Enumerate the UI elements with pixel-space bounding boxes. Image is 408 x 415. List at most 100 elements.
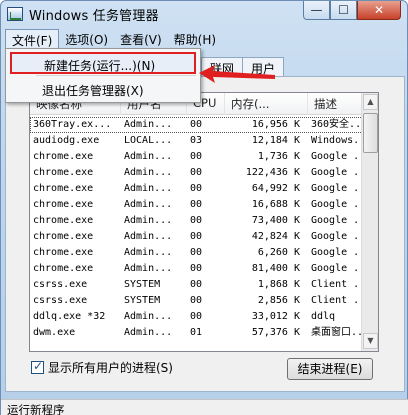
show-all-users-option[interactable]: 显示所有用户的进程(S) — [31, 359, 173, 376]
cell-description: Client ... — [311, 295, 363, 306]
menu-bar: 文件(F) 选项(O) 查看(V) 帮助(H) — [5, 29, 222, 49]
menu-options[interactable]: 选项(O) — [59, 29, 114, 49]
maximize-button[interactable]: ☐ — [330, 1, 357, 20]
close-button[interactable]: ✕ — [357, 1, 401, 20]
new-task-menu-item[interactable]: 新建任务(运行...)(N) — [10, 52, 196, 74]
table-row[interactable]: chrome.exe Admin... 00 122,436 K Google ... — [30, 165, 363, 181]
cell-cpu: 00 — [190, 231, 203, 242]
cell-user-name: Admin... — [124, 167, 173, 178]
cell-image-name: ddlq.exe *32 — [33, 311, 106, 322]
cell-cpu: 00 — [190, 263, 203, 274]
exit-task-manager-menu-item[interactable]: 退出任务管理器(X) — [10, 79, 196, 101]
scroll-up-icon[interactable]: ▲ — [363, 94, 378, 110]
title-bar[interactable]: Windows 任务管理器 — ☐ ✕ — [1, 1, 408, 27]
cell-image-name: chrome.exe — [33, 199, 94, 210]
cell-description: Google ... — [311, 231, 363, 242]
cell-user-name: Admin... — [124, 199, 173, 210]
process-rows: 360Tray.ex... Admin... 00 16,956 K 360安全... a… — [30, 117, 363, 341]
cell-image-name: chrome.exe — [33, 247, 94, 258]
cell-user-name: Admin... — [124, 183, 173, 194]
status-bar: 运行新程序 — [1, 399, 408, 415]
cell-image-name: chrome.exe — [33, 231, 94, 242]
cell-memory: 16,956 K — [251, 119, 300, 130]
cell-cpu: 00 — [190, 119, 203, 130]
cell-cpu: 00 — [190, 167, 203, 178]
menu-view[interactable]: 查看(V) — [114, 29, 168, 49]
cell-memory: 122,436 K — [245, 167, 300, 178]
cell-memory: 16,688 K — [251, 199, 300, 210]
cell-user-name: Admin... — [124, 151, 173, 162]
table-row[interactable]: chrome.exe Admin... 00 16,688 K Google ... — [30, 197, 363, 213]
cell-memory: 64,992 K — [251, 183, 300, 194]
table-row[interactable]: chrome.exe Admin... 00 64,992 K Google ... — [30, 181, 363, 197]
cell-user-name: Admin... — [124, 231, 173, 242]
vertical-scrollbar[interactable]: ▲ ▼ — [361, 93, 378, 351]
cell-cpu: 00 — [190, 295, 203, 306]
cell-description: Google ... — [311, 215, 363, 226]
cell-description: 360安全... — [311, 119, 363, 130]
table-row[interactable]: 360Tray.ex... Admin... 00 16,956 K 360安全... — [30, 117, 363, 133]
pointer-arrow-icon — [199, 65, 275, 83]
cell-cpu: 03 — [190, 135, 203, 146]
table-row[interactable]: audiodg.exe LOCAL... 03 12,184 K Windows... — [30, 133, 363, 149]
scroll-down-icon[interactable]: ▼ — [363, 333, 378, 349]
file-menu-dropdown: 新建任务(运行...)(N) 退出任务管理器(X) — [5, 48, 201, 103]
cell-cpu: 00 — [190, 311, 203, 322]
cell-description: Google ... — [311, 199, 363, 210]
cell-memory: 33,012 K — [251, 311, 300, 322]
show-all-users-checkbox[interactable] — [31, 359, 44, 374]
cell-cpu: 01 — [190, 327, 203, 338]
cell-description: Windows... — [311, 135, 363, 146]
cell-user-name: SYSTEM — [124, 295, 161, 306]
process-list[interactable]: 映像名称 用户名 CPU 内存(... 描述 360Tray.ex... Admi… — [29, 92, 379, 352]
table-row[interactable]: csrss.exe SYSTEM 00 1,868 K Client ... — [30, 277, 363, 293]
table-row[interactable]: chrome.exe Admin... 00 6,260 K Google ... — [30, 245, 363, 261]
cell-description: Google ... — [311, 167, 363, 178]
cell-cpu: 00 — [190, 247, 203, 258]
menu-file[interactable]: 文件(F) — [5, 29, 60, 49]
cell-image-name: audiodg.exe — [33, 135, 100, 146]
cell-description: ddlq — [311, 311, 336, 322]
cell-image-name: chrome.exe — [33, 263, 94, 274]
table-row[interactable]: chrome.exe Admin... 00 81,400 K Google ... — [30, 261, 363, 277]
cell-user-name: SYSTEM — [124, 279, 161, 290]
table-row[interactable]: chrome.exe Admin... 00 73,400 K Google ... — [30, 213, 363, 229]
cell-user-name: LOCAL... — [124, 135, 173, 146]
cell-cpu: 00 — [190, 215, 203, 226]
scroll-thumb[interactable] — [363, 113, 378, 153]
cell-memory: 42,824 K — [251, 231, 300, 242]
window-title: Windows 任务管理器 — [29, 9, 159, 24]
cell-image-name: 360Tray.ex... — [33, 119, 112, 130]
cell-user-name: Admin... — [124, 215, 173, 226]
cell-description: Client ... — [311, 279, 363, 290]
cell-cpu: 00 — [190, 199, 203, 210]
table-row[interactable]: chrome.exe Admin... 00 42,824 K Google ... — [30, 229, 363, 245]
cell-image-name: dwm.exe — [33, 327, 76, 338]
table-row[interactable]: dwm.exe Admin... 01 57,376 K 桌面窗口... — [30, 325, 363, 341]
cell-description: Google ... — [311, 247, 363, 258]
cell-image-name: chrome.exe — [33, 215, 94, 226]
header-description[interactable]: 描述 — [308, 93, 363, 115]
task-manager-window: Windows 任务管理器 — ☐ ✕ 文件(F) 选项(O) 查看(V) 帮助… — [0, 0, 408, 415]
cell-cpu: 00 — [190, 183, 203, 194]
cell-cpu: 00 — [190, 279, 203, 290]
cell-image-name: chrome.exe — [33, 167, 94, 178]
cell-memory: 1,868 K — [257, 279, 300, 290]
table-row[interactable]: ddlq.exe *32 Admin... 00 33,012 K ddlq — [30, 309, 363, 325]
minimize-button[interactable]: — — [303, 1, 330, 20]
window-controls: — ☐ ✕ — [303, 1, 401, 21]
status-text: 运行新程序 — [7, 403, 65, 415]
table-row[interactable]: csrss.exe SYSTEM 00 2,856 K Client ... — [30, 293, 363, 309]
end-process-button[interactable]: 结束进程(E) — [287, 358, 373, 380]
cell-image-name: csrss.exe — [33, 279, 88, 290]
cell-memory: 73,400 K — [251, 215, 300, 226]
cell-image-name: chrome.exe — [33, 151, 94, 162]
table-row[interactable]: chrome.exe Admin... 00 1,736 K Google ... — [30, 149, 363, 165]
menu-separator — [36, 75, 196, 76]
cell-description: Google ... — [311, 263, 363, 274]
menu-help[interactable]: 帮助(H) — [168, 29, 222, 49]
cell-memory: 1,736 K — [257, 151, 300, 162]
header-memory[interactable]: 内存(... — [225, 93, 308, 115]
cell-user-name: Admin... — [124, 327, 173, 338]
cell-memory: 57,376 K — [251, 327, 300, 338]
